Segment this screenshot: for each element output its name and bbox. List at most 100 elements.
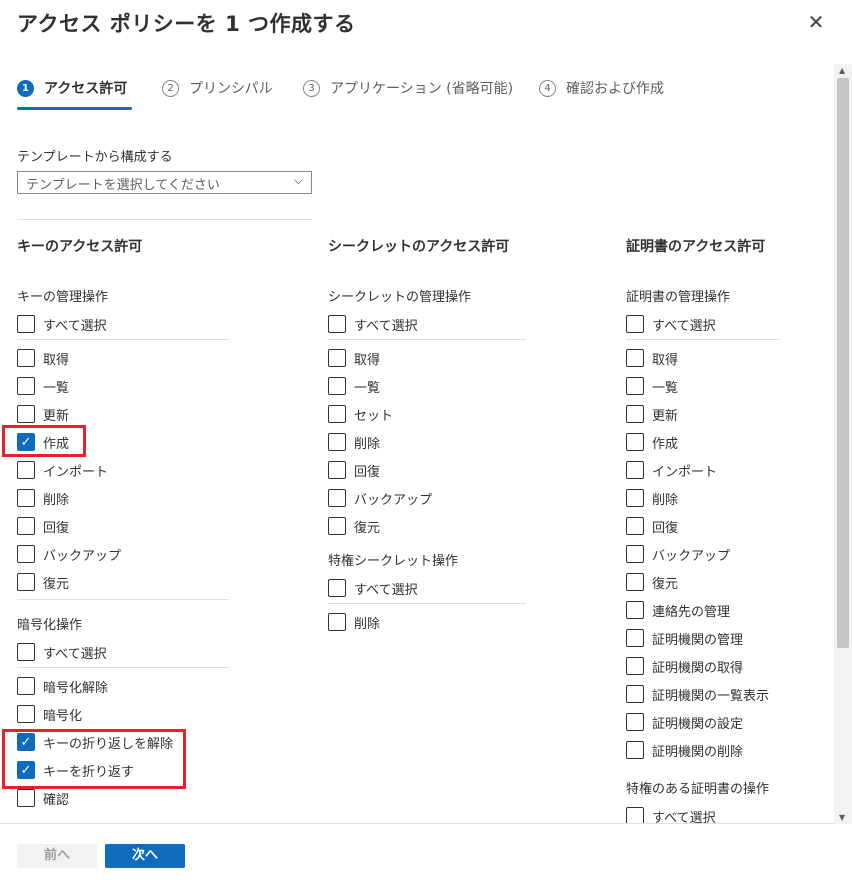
certificate-management-label: 証明書の管理操作	[626, 290, 731, 305]
checkbox[interactable]	[626, 629, 644, 647]
checkbox[interactable]	[328, 405, 346, 423]
checkbox-row[interactable]: 証明機関の削除	[626, 740, 780, 760]
checkbox-row[interactable]: 削除	[328, 432, 526, 452]
checkbox[interactable]	[626, 685, 644, 703]
checkbox[interactable]	[626, 657, 644, 675]
crypto-select-all[interactable]: すべて選択	[17, 642, 229, 662]
checkbox[interactable]	[626, 741, 644, 759]
checkbox[interactable]	[17, 517, 35, 535]
scrollbar-thumb[interactable]	[837, 78, 849, 648]
checkbox-row[interactable]: 取得	[626, 348, 780, 368]
checkbox-row[interactable]: 証明機関の一覧表示	[626, 684, 780, 704]
checkbox-row[interactable]: 更新	[17, 404, 229, 424]
checkbox-row[interactable]: 復元	[328, 516, 526, 536]
checkbox-row[interactable]: 暗号化	[17, 704, 229, 724]
checkbox[interactable]	[328, 349, 346, 367]
checkbox-label: 更新	[43, 408, 70, 424]
checkbox-row[interactable]: 復元	[17, 572, 229, 592]
scroll-up-icon[interactable]: ▲	[839, 66, 845, 75]
checkbox-row[interactable]: 削除	[328, 612, 526, 632]
checkbox[interactable]	[17, 489, 35, 507]
step-review-create[interactable]: 4 確認および作成	[539, 78, 664, 110]
checkbox-row[interactable]: バックアップ	[328, 488, 526, 508]
previous-button[interactable]: 前へ	[17, 844, 97, 868]
checkbox-label: すべて選択	[652, 318, 716, 334]
checkbox[interactable]	[17, 545, 35, 563]
checkbox[interactable]	[626, 315, 644, 333]
close-icon[interactable]: ✕	[806, 12, 826, 32]
step-access-permissions[interactable]: 1 アクセス許可	[17, 78, 132, 110]
checkbox-label: バックアップ	[43, 548, 122, 564]
checkbox-row[interactable]: 回復	[17, 516, 229, 536]
checkbox-row[interactable]: 一覧	[626, 376, 780, 396]
checkbox[interactable]	[626, 517, 644, 535]
checkbox-row[interactable]: 復元	[626, 572, 780, 592]
checkbox[interactable]	[17, 349, 35, 367]
scroll-down-icon[interactable]: ▼	[839, 813, 845, 822]
checkbox[interactable]	[328, 377, 346, 395]
checkbox-row[interactable]: 証明機関の取得	[626, 656, 780, 676]
checkbox[interactable]	[328, 517, 346, 535]
checkbox-row[interactable]: 暗号化解除	[17, 676, 229, 696]
secret-mgmt-select-all[interactable]: すべて選択	[328, 314, 526, 334]
checkbox[interactable]	[626, 713, 644, 731]
checkbox[interactable]	[17, 315, 35, 333]
step-principal[interactable]: 2 プリンシパル	[162, 78, 273, 110]
checkbox-row[interactable]: セット	[328, 404, 526, 424]
template-dropdown[interactable]: テンプレートを選択してください ⌵	[17, 171, 312, 194]
checkbox[interactable]	[17, 377, 35, 395]
checkbox[interactable]	[328, 461, 346, 479]
checkbox[interactable]	[17, 461, 35, 479]
checkbox[interactable]	[626, 349, 644, 367]
key-mgmt-select-all[interactable]: すべて選択	[17, 314, 229, 334]
key-management-label: キーの管理操作	[17, 290, 109, 305]
checkbox[interactable]	[17, 677, 35, 695]
checkbox[interactable]	[626, 545, 644, 563]
checkbox[interactable]	[626, 573, 644, 591]
checkbox[interactable]	[17, 705, 35, 723]
checkbox-row[interactable]: 証明機関の設定	[626, 712, 780, 732]
next-button[interactable]: 次へ	[105, 844, 185, 868]
checkbox-row[interactable]: 取得	[17, 348, 229, 368]
checkbox[interactable]	[626, 433, 644, 451]
vertical-scrollbar[interactable]: ▲ ▼	[834, 64, 852, 824]
checkbox-label: インポート	[652, 464, 718, 480]
checkbox[interactable]	[328, 433, 346, 451]
checkbox[interactable]	[328, 315, 346, 333]
checkbox[interactable]	[328, 613, 346, 631]
checkbox-row[interactable]: インポート	[17, 460, 229, 480]
checkbox-row[interactable]: 回復	[626, 516, 780, 536]
checkbox[interactable]	[626, 461, 644, 479]
checkbox[interactable]	[626, 405, 644, 423]
checkbox[interactable]	[328, 489, 346, 507]
checkbox-row[interactable]: バックアップ	[17, 544, 229, 564]
checkbox[interactable]	[626, 601, 644, 619]
checkbox[interactable]	[626, 377, 644, 395]
checkbox-row[interactable]: 削除	[626, 488, 780, 508]
checkbox-row[interactable]: 作成	[626, 432, 780, 452]
checkbox-label: 取得	[354, 352, 381, 368]
checkbox-row[interactable]: 取得	[328, 348, 526, 368]
checkbox[interactable]	[17, 643, 35, 661]
step-number: 3	[303, 80, 320, 97]
checkbox[interactable]	[17, 405, 35, 423]
checkbox-row[interactable]: インポート	[626, 460, 780, 480]
checkbox[interactable]	[17, 573, 35, 591]
checkbox-row[interactable]: 証明機関の管理	[626, 628, 780, 648]
checkbox-row[interactable]: バックアップ	[626, 544, 780, 564]
cert-mgmt-select-all[interactable]: すべて選択	[626, 314, 780, 334]
checkbox[interactable]	[626, 489, 644, 507]
checkbox-row[interactable]: 確認	[17, 788, 229, 808]
checkbox-row[interactable]: 連絡先の管理	[626, 600, 780, 620]
checkbox[interactable]	[328, 579, 346, 597]
checkbox-row[interactable]: 削除	[17, 488, 229, 508]
checkbox[interactable]	[17, 789, 35, 807]
checkbox-row[interactable]: 回復	[328, 460, 526, 480]
privileged-secret-select-all[interactable]: すべて選択	[328, 578, 526, 598]
checkbox-row[interactable]: 一覧	[328, 376, 526, 396]
privileged-secret-list: 削除	[328, 612, 526, 632]
crypto-operations-label: 暗号化操作	[17, 618, 83, 633]
checkbox-row[interactable]: 一覧	[17, 376, 229, 396]
step-application[interactable]: 3 アプリケーション (省略可能)	[303, 78, 513, 110]
checkbox-row[interactable]: 更新	[626, 404, 780, 424]
